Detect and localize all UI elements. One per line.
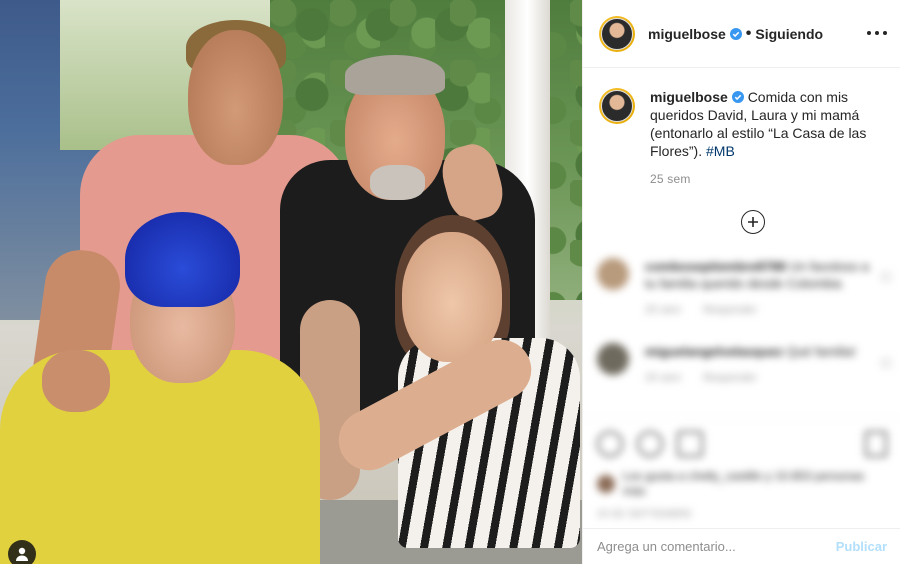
comment-time[interactable]: 25 sem bbox=[645, 304, 681, 316]
post-date: 25 DE SEPTIEMBRE bbox=[597, 509, 693, 520]
save-icon[interactable] bbox=[865, 431, 887, 457]
comment-text: Qué familia! bbox=[786, 344, 856, 359]
post-sidebar: miguelbose • Siguiendo miguelbose Comida… bbox=[582, 0, 900, 564]
post-photo[interactable] bbox=[0, 0, 582, 564]
publish-button[interactable]: Publicar bbox=[836, 539, 887, 554]
person-black-shirt-beard bbox=[370, 165, 425, 200]
person-pink-shirt-head bbox=[188, 30, 283, 165]
post-caption: miguelbose Comida con mis queridos David… bbox=[599, 88, 889, 188]
like-icon[interactable] bbox=[597, 431, 623, 457]
post-actions: Les gusta a chelly_castillo y 10.853 per… bbox=[583, 418, 900, 528]
caption-avatar-image bbox=[601, 90, 633, 122]
comment-reply-button[interactable]: Responder bbox=[703, 372, 757, 384]
comment-input[interactable] bbox=[597, 539, 836, 554]
comment-like-icon[interactable] bbox=[881, 358, 891, 368]
verified-icon bbox=[731, 91, 744, 103]
verified-icon bbox=[729, 27, 742, 40]
caption-hashtag[interactable]: #MB bbox=[706, 143, 735, 159]
user-tag-icon[interactable] bbox=[8, 540, 36, 564]
comment-avatar[interactable] bbox=[597, 258, 629, 290]
share-icon[interactable] bbox=[677, 431, 703, 457]
load-more-comments-icon[interactable] bbox=[741, 210, 765, 234]
person-black-shirt-hair bbox=[345, 55, 445, 95]
post-header: miguelbose • Siguiendo bbox=[583, 0, 900, 68]
likes-summary[interactable]: Les gusta a chelly_castillo y 10.853 per… bbox=[583, 469, 900, 499]
post-time[interactable]: 25 sem bbox=[650, 170, 889, 188]
author-username[interactable]: miguelbose bbox=[648, 26, 726, 42]
more-options-icon[interactable] bbox=[867, 24, 887, 42]
author-avatar[interactable] bbox=[599, 15, 635, 52]
hand-on-shoulder bbox=[42, 350, 110, 412]
comment-avatar[interactable] bbox=[597, 343, 629, 375]
caption-avatar[interactable] bbox=[599, 88, 635, 124]
author-avatar-image bbox=[601, 17, 633, 50]
person-yellow-top-blue-hair bbox=[125, 212, 240, 307]
caption-body: miguelbose Comida con mis queridos David… bbox=[650, 88, 889, 188]
comment-reply-button[interactable]: Responder bbox=[703, 304, 757, 316]
comment-item: comboseptiembre8788 Un favoloso a tu fam… bbox=[597, 258, 897, 319]
comment-list: comboseptiembre8788 Un favoloso a tu fam… bbox=[597, 258, 897, 411]
add-comment-bar: Publicar bbox=[583, 528, 900, 564]
comment-item: miguelangelvelasquez Qué familia! 25 sem… bbox=[597, 343, 897, 387]
comment-like-icon[interactable] bbox=[881, 272, 891, 282]
separator-dot: • bbox=[745, 24, 752, 42]
comment-time[interactable]: 25 sem bbox=[645, 372, 681, 384]
caption-username[interactable]: miguelbose bbox=[650, 89, 728, 105]
likes-text[interactable]: Les gusta a chelly_castillo y 10.853 per… bbox=[623, 469, 887, 499]
comment-icon[interactable] bbox=[637, 431, 663, 457]
comment-author[interactable]: miguelangelvelasquez bbox=[645, 344, 783, 359]
follow-status-button[interactable]: Siguiendo bbox=[755, 26, 823, 42]
liker-avatar bbox=[597, 475, 615, 493]
comment-author[interactable]: comboseptiembre8788 bbox=[645, 259, 786, 274]
